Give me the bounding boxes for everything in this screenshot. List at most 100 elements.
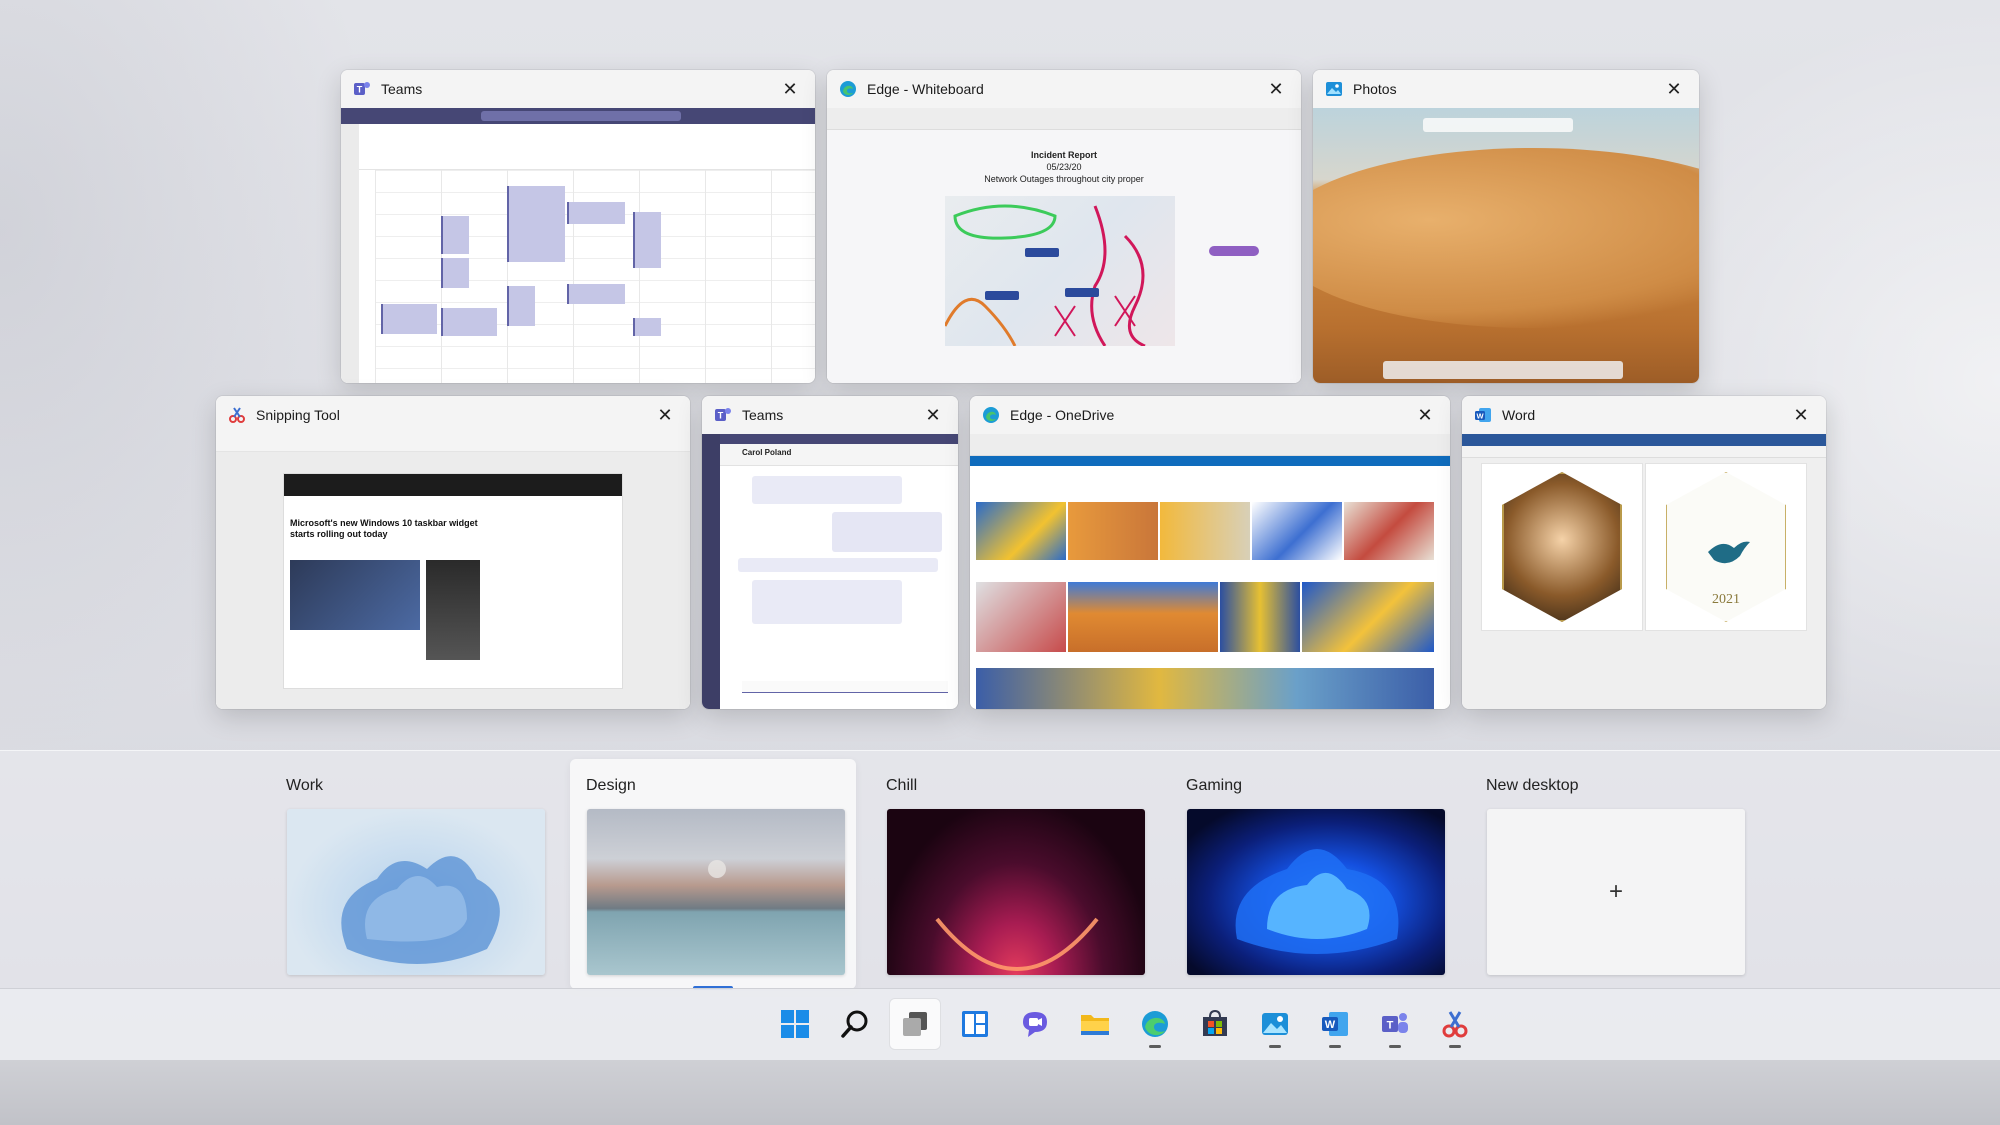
desktop-label: Chill bbox=[886, 777, 918, 794]
window-title: Photos bbox=[1353, 81, 1397, 97]
chat-icon bbox=[1023, 1012, 1047, 1037]
teams-icon: T bbox=[1382, 1013, 1408, 1033]
board-date: 05/23/20 bbox=[1046, 162, 1082, 172]
window-snipping-tool[interactable]: Snipping Tool ✕ Microsoft's new Windows … bbox=[216, 396, 690, 709]
close-icon[interactable]: ✕ bbox=[1263, 76, 1289, 102]
taskbar-store[interactable] bbox=[1190, 999, 1240, 1049]
close-icon[interactable]: ✕ bbox=[1661, 76, 1687, 102]
titlebar: Photos ✕ bbox=[1313, 70, 1699, 108]
svg-text:T: T bbox=[1387, 1020, 1394, 1032]
desktop-label: Work bbox=[286, 777, 324, 794]
close-icon[interactable]: ✕ bbox=[920, 402, 946, 428]
snipping-tool-icon bbox=[228, 406, 246, 424]
bottom-edge bbox=[0, 1060, 2000, 1125]
svg-text:T: T bbox=[357, 85, 363, 95]
new-desktop-button[interactable]: + bbox=[1487, 809, 1745, 975]
desktop-chill[interactable]: Chill bbox=[870, 759, 1156, 989]
chat-contact-name: Carol Poland bbox=[742, 448, 792, 457]
board-title: Incident Report bbox=[1030, 150, 1097, 160]
article-headline: Microsoft's new Windows 10 taskbar widge… bbox=[290, 518, 478, 539]
desktop-work[interactable]: Work bbox=[270, 759, 556, 989]
window-title: Edge - OneDrive bbox=[1010, 407, 1115, 423]
svg-text:W: W bbox=[1325, 1019, 1336, 1031]
desktop-new[interactable]: New desktop + bbox=[1470, 759, 1756, 989]
card-year: 2021 bbox=[1712, 592, 1740, 607]
word-icon: W bbox=[1474, 406, 1492, 424]
window-preview bbox=[970, 434, 1450, 709]
folder-icon bbox=[1081, 1015, 1109, 1035]
desktop-gaming[interactable]: Gaming bbox=[1170, 759, 1456, 989]
taskbar-word[interactable]: W bbox=[1310, 999, 1360, 1049]
window-edge-onedrive[interactable]: Edge - OneDrive ✕ bbox=[970, 396, 1450, 709]
window-title: Edge - Whiteboard bbox=[867, 81, 984, 97]
taskbar-edge[interactable] bbox=[1130, 999, 1180, 1049]
taskbar-search[interactable] bbox=[830, 999, 880, 1049]
edge-icon bbox=[1142, 1011, 1168, 1037]
titlebar: T Teams ✕ bbox=[341, 70, 815, 108]
close-icon[interactable]: ✕ bbox=[1788, 402, 1814, 428]
window-teams-calendar[interactable]: T Teams ✕ bbox=[341, 70, 815, 383]
window-title: Snipping Tool bbox=[256, 407, 340, 423]
plus-icon: + bbox=[1608, 878, 1623, 905]
titlebar: Edge - OneDrive ✕ bbox=[970, 396, 1450, 434]
desktop-label: New desktop bbox=[1486, 777, 1579, 794]
photos-icon bbox=[1262, 1013, 1288, 1035]
taskbar-snipping-tool[interactable] bbox=[1430, 999, 1480, 1049]
window-photos[interactable]: Photos ✕ bbox=[1313, 70, 1699, 383]
running-indicator bbox=[1449, 1045, 1461, 1048]
widgets-icon bbox=[962, 1011, 988, 1037]
windows-logo-icon bbox=[781, 1010, 809, 1038]
close-icon[interactable]: ✕ bbox=[1412, 402, 1438, 428]
desktop-label: Gaming bbox=[1186, 777, 1243, 794]
desktop-thumbnail[interactable] bbox=[1187, 809, 1445, 975]
taskbar-task-view[interactable] bbox=[890, 999, 940, 1049]
taskbar-chat[interactable] bbox=[1010, 999, 1060, 1049]
taskbar-start[interactable] bbox=[770, 999, 820, 1049]
close-icon[interactable]: ✕ bbox=[777, 76, 803, 102]
desktop-thumbnail[interactable] bbox=[287, 809, 545, 975]
titlebar: Edge - Whiteboard ✕ bbox=[827, 70, 1301, 108]
window-preview: Microsoft's new Windows 10 taskbar widge… bbox=[216, 434, 690, 709]
window-preview: Carol Poland bbox=[702, 434, 958, 709]
map-sketch bbox=[943, 196, 1175, 348]
task-view-icon bbox=[903, 1012, 927, 1036]
window-preview bbox=[341, 108, 815, 383]
taskbar: W T bbox=[0, 988, 2000, 1060]
running-indicator bbox=[1269, 1045, 1281, 1048]
close-icon[interactable]: ✕ bbox=[652, 402, 678, 428]
titlebar: W Word ✕ bbox=[1462, 396, 1826, 434]
window-word[interactable]: W Word ✕ 2021 bbox=[1462, 396, 1826, 709]
svg-text:T: T bbox=[718, 411, 724, 421]
window-title: Word bbox=[1502, 407, 1536, 423]
virtual-desktops-strip: Work Design Chill Gaming New desktop + bbox=[0, 750, 2000, 990]
svg-text:W: W bbox=[1476, 412, 1484, 421]
running-indicator bbox=[1329, 1045, 1341, 1048]
teams-icon: T bbox=[353, 80, 371, 98]
running-indicator bbox=[1149, 1045, 1161, 1048]
desktop-design[interactable]: Design bbox=[570, 759, 856, 990]
titlebar: Snipping Tool ✕ bbox=[216, 396, 690, 434]
dove-icon bbox=[1708, 541, 1750, 564]
store-icon bbox=[1203, 1009, 1227, 1036]
desktop-thumbnail[interactable] bbox=[587, 809, 845, 975]
running-indicator bbox=[1389, 1045, 1401, 1048]
window-edge-whiteboard[interactable]: Edge - Whiteboard ✕ Incident Report 05/2… bbox=[827, 70, 1301, 383]
titlebar: T Teams ✕ bbox=[702, 396, 958, 434]
snipping-tool-icon bbox=[1442, 1011, 1468, 1038]
taskbar-file-explorer[interactable] bbox=[1070, 999, 1120, 1049]
edge-icon bbox=[982, 406, 1000, 424]
search-icon bbox=[841, 1010, 868, 1038]
taskbar-teams[interactable]: T bbox=[1370, 999, 1420, 1049]
edge-icon bbox=[839, 80, 857, 98]
desktop-thumbnail[interactable] bbox=[887, 809, 1145, 975]
desktop-label: Design bbox=[586, 777, 636, 794]
taskbar-photos[interactable] bbox=[1250, 999, 1300, 1049]
teams-icon: T bbox=[714, 406, 732, 424]
word-icon: W bbox=[1322, 1012, 1348, 1036]
window-preview: 2021 bbox=[1462, 434, 1826, 709]
window-title: Teams bbox=[742, 407, 784, 423]
window-title: Teams bbox=[381, 81, 423, 97]
window-teams-chat[interactable]: T Teams ✕ Carol Poland bbox=[702, 396, 958, 709]
board-subtitle: Network Outages throughout city proper bbox=[984, 174, 1144, 184]
taskbar-widgets[interactable] bbox=[950, 999, 1000, 1049]
